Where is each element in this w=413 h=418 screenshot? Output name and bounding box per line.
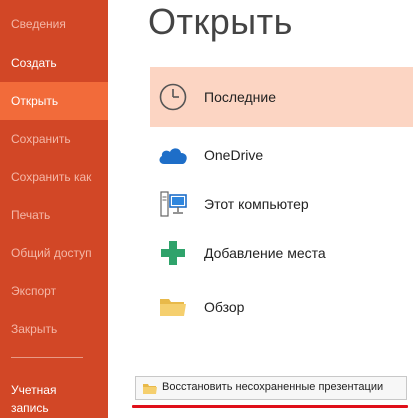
annotation-underline [132, 405, 408, 408]
place-onedrive[interactable]: OneDrive [150, 135, 413, 175]
place-add-location[interactable]: Добавление места [150, 233, 413, 273]
page-title: Открыть [148, 1, 293, 42]
folder-icon [156, 290, 190, 324]
place-recent[interactable]: Последние [150, 67, 413, 127]
sidebar-item-new[interactable]: Создать [0, 55, 108, 71]
sidebar-item-save-as[interactable]: Сохранить как [0, 169, 108, 185]
sidebar-item-print[interactable]: Печать [0, 207, 108, 223]
place-label: Обзор [204, 299, 245, 315]
place-label: Последние [204, 89, 277, 105]
clock-icon [156, 80, 190, 114]
recover-unsaved-label: Восстановить несохраненные презентации [162, 381, 384, 393]
place-browse[interactable]: Обзор [150, 287, 413, 327]
sidebar-divider [11, 357, 83, 358]
folder-icon [142, 382, 158, 400]
cloud-icon [156, 138, 190, 172]
place-label: Добавление места [204, 245, 326, 261]
sidebar-item-close[interactable]: Закрыть [0, 321, 108, 337]
sidebar-item-open[interactable]: Открыть [0, 82, 108, 120]
place-label: Этот компьютер [204, 196, 309, 212]
place-label: OneDrive [204, 147, 264, 163]
sidebar-item-info[interactable]: Сведения [0, 16, 108, 32]
recover-unsaved-button[interactable]: Восстановить несохраненные презентации [135, 376, 407, 400]
sidebar-item-save[interactable]: Сохранить [0, 131, 108, 147]
plus-icon [156, 236, 190, 270]
place-this-pc[interactable]: Этот компьютер [150, 184, 413, 224]
sidebar-item-account[interactable]: Учетная запись [11, 381, 91, 417]
sidebar-item-share[interactable]: Общий доступ [0, 245, 108, 261]
backstage-view: Сведения Создать Открыть Сохранить Сохра… [0, 0, 413, 418]
sidebar-item-export[interactable]: Экспорт [0, 283, 108, 299]
backstage-sidebar: Сведения Создать Открыть Сохранить Сохра… [0, 0, 108, 418]
computer-icon [156, 187, 190, 221]
